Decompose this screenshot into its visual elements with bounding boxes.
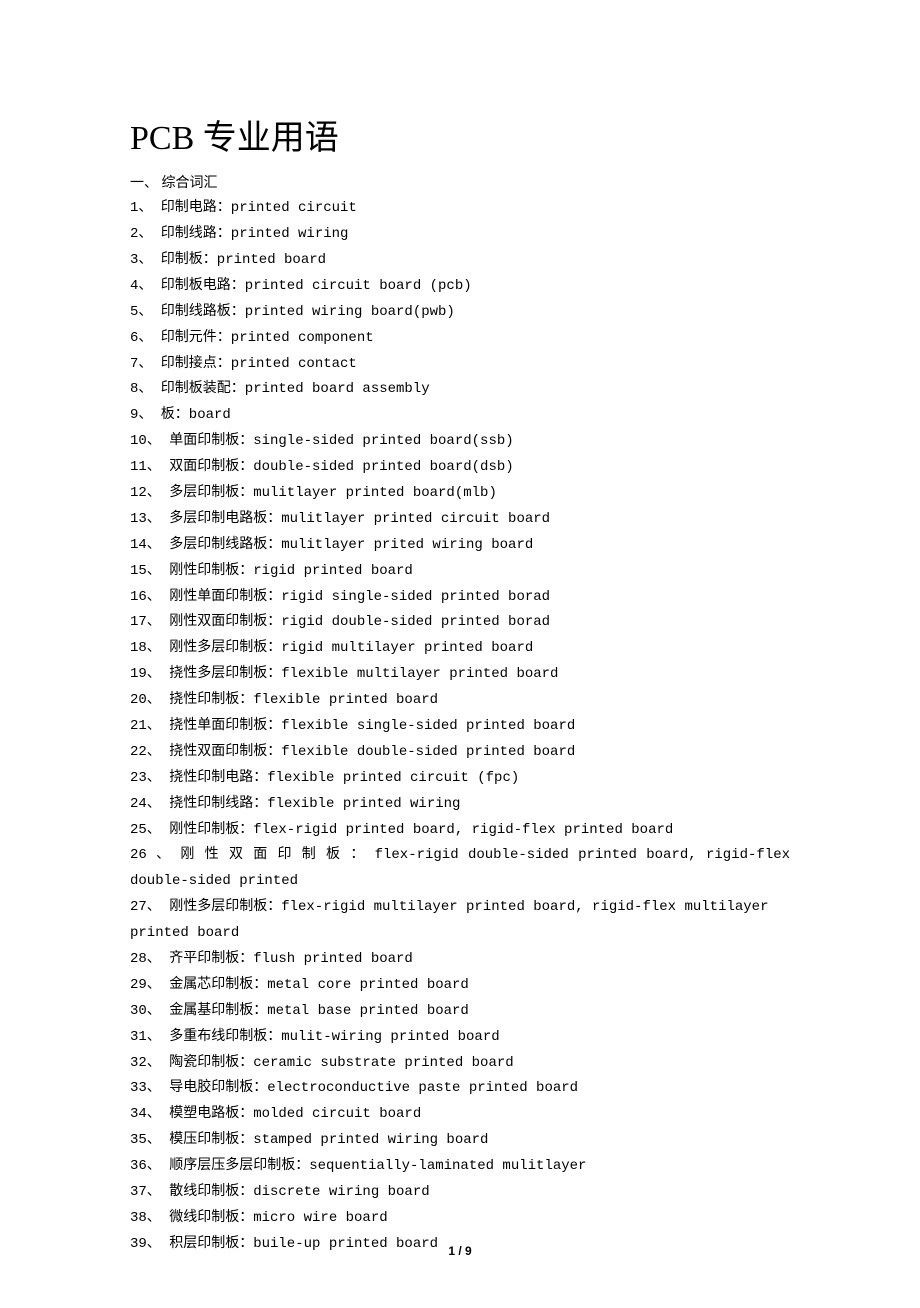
- item-text: 12、 多层印制板：mulitlayer printed board(mlb): [130, 485, 497, 501]
- list-item: 3、 印制板：printed board: [130, 248, 790, 274]
- item-text: 29、 金属芯印制板：metal core printed board: [130, 977, 469, 993]
- item-text: 19、 挠性多层印制板：flexible multilayer printed …: [130, 666, 558, 682]
- list-item: 7、 印制接点：printed contact: [130, 352, 790, 378]
- list-item: 22、 挠性双面印制板：flexible double-sided printe…: [130, 740, 790, 766]
- item-text: 4、 印制板电路：printed circuit board (pcb): [130, 278, 472, 294]
- item-text: 16、 刚性单面印制板：rigid single-sided printed b…: [130, 589, 550, 605]
- item-text: 1、 印制电路：printed circuit: [130, 200, 357, 216]
- list-item: 5、 印制线路板：printed wiring board(pwb): [130, 300, 790, 326]
- list-item: 18、 刚性多层印制板：rigid multilayer printed boa…: [130, 636, 790, 662]
- item-text: 31、 多重布线印制板：mulit-wiring printed board: [130, 1029, 500, 1045]
- list-item: 12、 多层印制板：mulitlayer printed board(mlb): [130, 481, 790, 507]
- item-text: 32、 陶瓷印制板：ceramic substrate printed boar…: [130, 1055, 514, 1071]
- item-text: 22、 挠性双面印制板：flexible double-sided printe…: [130, 744, 575, 760]
- item-text: 27、 刚性多层印制板：flex-rigid multilayer printe…: [130, 899, 768, 941]
- item-text: 17、 刚性双面印制板：rigid double-sided printed b…: [130, 614, 550, 630]
- list-item: 20、 挠性印制板：flexible printed board: [130, 688, 790, 714]
- list-item: 6、 印制元件：printed component: [130, 326, 790, 352]
- list-item: 21、 挠性单面印制板：flexible single-sided printe…: [130, 714, 790, 740]
- item-text: 9、 板：board: [130, 407, 231, 423]
- item-text: 21、 挠性单面印制板：flexible single-sided printe…: [130, 718, 575, 734]
- item-text: 28、 齐平印制板：flush printed board: [130, 951, 413, 967]
- item-text: 25、 刚性印制板：flex-rigid printed board, rigi…: [130, 822, 673, 838]
- item-text: 24、 挠性印制线路：flexible printed wiring: [130, 796, 460, 812]
- item-text: 37、 散线印制板：discrete wiring board: [130, 1184, 430, 1200]
- list-item: 29、 金属芯印制板：metal core printed board: [130, 973, 790, 999]
- item-text: 38、 微线印制板：micro wire board: [130, 1210, 388, 1226]
- list-item: 30、 金属基印制板：metal base printed board: [130, 999, 790, 1025]
- item-text: 10、 单面印制板：single-sided printed board(ssb…: [130, 433, 514, 449]
- list-item: 32、 陶瓷印制板：ceramic substrate printed boar…: [130, 1051, 790, 1077]
- item-text: 5、 印制线路板：printed wiring board(pwb): [130, 304, 455, 320]
- section-header: 一、 综合词汇: [130, 171, 790, 196]
- item-text: 34、 模塑电路板：molded circuit board: [130, 1106, 421, 1122]
- list-item: 4、 印制板电路：printed circuit board (pcb): [130, 274, 790, 300]
- item-text: 8、 印制板装配：printed board assembly: [130, 381, 430, 397]
- list-item: 11、 双面印制板：double-sided printed board(dsb…: [130, 455, 790, 481]
- item-text: 6、 印制元件：printed component: [130, 330, 374, 346]
- list-item: 38、 微线印制板：micro wire board: [130, 1206, 790, 1232]
- list-item: 2、 印制线路：printed wiring: [130, 222, 790, 248]
- list-item: 14、 多层印制线路板：mulitlayer prited wiring boa…: [130, 533, 790, 559]
- list-item: 1、 印制电路：printed circuit: [130, 196, 790, 222]
- list-item: 27、 刚性多层印制板：flex-rigid multilayer printe…: [130, 895, 790, 947]
- list-item: 10、 单面印制板：single-sided printed board(ssb…: [130, 429, 790, 455]
- item-text: 26 、 刚 性 双 面 印 制 板 ： flex-rigid double-s…: [130, 847, 790, 889]
- item-text: 36、 顺序层压多层印制板：sequentially-laminated mul…: [130, 1158, 586, 1174]
- list-item: 19、 挠性多层印制板：flexible multilayer printed …: [130, 662, 790, 688]
- item-text: 33、 导电胶印制板：electroconductive paste print…: [130, 1080, 578, 1096]
- page-title: PCB 专业用语: [130, 110, 790, 159]
- list-item: 36、 顺序层压多层印制板：sequentially-laminated mul…: [130, 1154, 790, 1180]
- list-item: 13、 多层印制电路板：mulitlayer printed circuit b…: [130, 507, 790, 533]
- glossary-list: 1、 印制电路：printed circuit 2、 印制线路：printed …: [130, 196, 790, 1258]
- item-text: 11、 双面印制板：double-sided printed board(dsb…: [130, 459, 514, 475]
- item-text: 35、 模压印制板：stamped printed wiring board: [130, 1132, 488, 1148]
- list-item: 8、 印制板装配：printed board assembly: [130, 377, 790, 403]
- list-item: 9、 板：board: [130, 403, 790, 429]
- list-item: 37、 散线印制板：discrete wiring board: [130, 1180, 790, 1206]
- item-text: 30、 金属基印制板：metal base printed board: [130, 1003, 469, 1019]
- list-item: 16、 刚性单面印制板：rigid single-sided printed b…: [130, 585, 790, 611]
- item-text: 3、 印制板：printed board: [130, 252, 326, 268]
- list-item: 15、 刚性印制板：rigid printed board: [130, 559, 790, 585]
- item-text: 13、 多层印制电路板：mulitlayer printed circuit b…: [130, 511, 550, 527]
- item-text: 14、 多层印制线路板：mulitlayer prited wiring boa…: [130, 537, 533, 553]
- list-item: 28、 齐平印制板：flush printed board: [130, 947, 790, 973]
- page-number: 1 / 9: [0, 1244, 920, 1258]
- list-item: 34、 模塑电路板：molded circuit board: [130, 1102, 790, 1128]
- list-item: 17、 刚性双面印制板：rigid double-sided printed b…: [130, 610, 790, 636]
- list-item: 24、 挠性印制线路：flexible printed wiring: [130, 792, 790, 818]
- item-text: 7、 印制接点：printed contact: [130, 356, 357, 372]
- list-item: 35、 模压印制板：stamped printed wiring board: [130, 1128, 790, 1154]
- item-text: 18、 刚性多层印制板：rigid multilayer printed boa…: [130, 640, 533, 656]
- list-item: 33、 导电胶印制板：electroconductive paste print…: [130, 1076, 790, 1102]
- item-text: 2、 印制线路：printed wiring: [130, 226, 348, 242]
- list-item: 26 、 刚 性 双 面 印 制 板 ： flex-rigid double-s…: [130, 843, 790, 895]
- list-item: 25、 刚性印制板：flex-rigid printed board, rigi…: [130, 818, 790, 844]
- list-item: 31、 多重布线印制板：mulit-wiring printed board: [130, 1025, 790, 1051]
- item-text: 15、 刚性印制板：rigid printed board: [130, 563, 413, 579]
- item-text: 23、 挠性印制电路：flexible printed circuit (fpc…: [130, 770, 519, 786]
- list-item: 23、 挠性印制电路：flexible printed circuit (fpc…: [130, 766, 790, 792]
- item-text: 20、 挠性印制板：flexible printed board: [130, 692, 438, 708]
